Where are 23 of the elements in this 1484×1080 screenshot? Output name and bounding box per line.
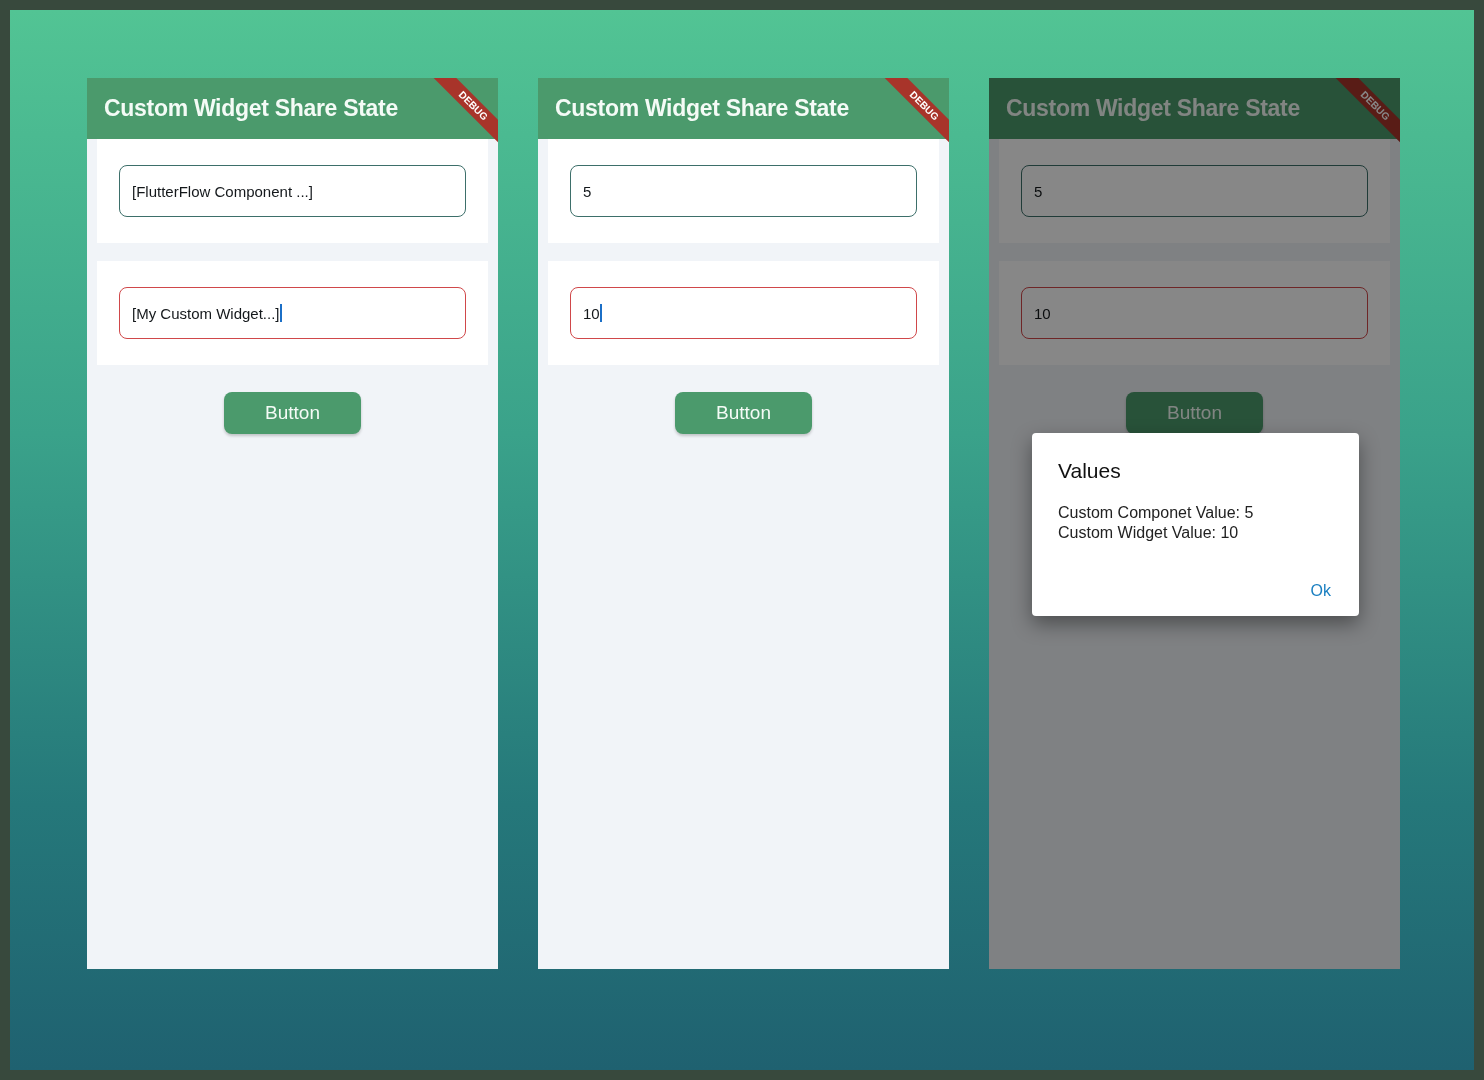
field-value: 5 — [583, 182, 592, 200]
field-value: [FlutterFlow Component ...] — [132, 182, 313, 200]
input-field[interactable]: 5 — [570, 165, 917, 217]
app-title: Custom Widget Share State — [1006, 95, 1300, 122]
input-field[interactable]: [My Custom Widget...] — [119, 287, 466, 339]
input-field[interactable]: 10 — [570, 287, 917, 339]
input-field[interactable]: 10 — [1021, 287, 1368, 339]
field-value: 10 — [583, 304, 600, 322]
text-cursor — [599, 304, 602, 322]
field-value: [My Custom Widget...] — [132, 304, 280, 322]
input-field[interactable]: [FlutterFlow Component ...] — [119, 165, 466, 217]
field-value: 10 — [1034, 304, 1051, 322]
action-button[interactable]: Button — [224, 392, 361, 434]
dialog-text: Custom Widget Value: 10 — [1058, 523, 1240, 543]
text-cursor — [279, 304, 282, 322]
field-value: 5 — [1034, 182, 1043, 200]
app-title: Custom Widget Share State — [104, 95, 398, 122]
dialog-title: Values — [1058, 459, 1122, 483]
app-title: Custom Widget Share State — [555, 95, 849, 122]
action-button[interactable]: Button — [675, 392, 812, 434]
dialog-text: Custom Componet Value: 5 — [1058, 503, 1255, 523]
input-field[interactable]: 5 — [1021, 165, 1368, 217]
ok-button[interactable]: Ok — [1308, 578, 1333, 604]
